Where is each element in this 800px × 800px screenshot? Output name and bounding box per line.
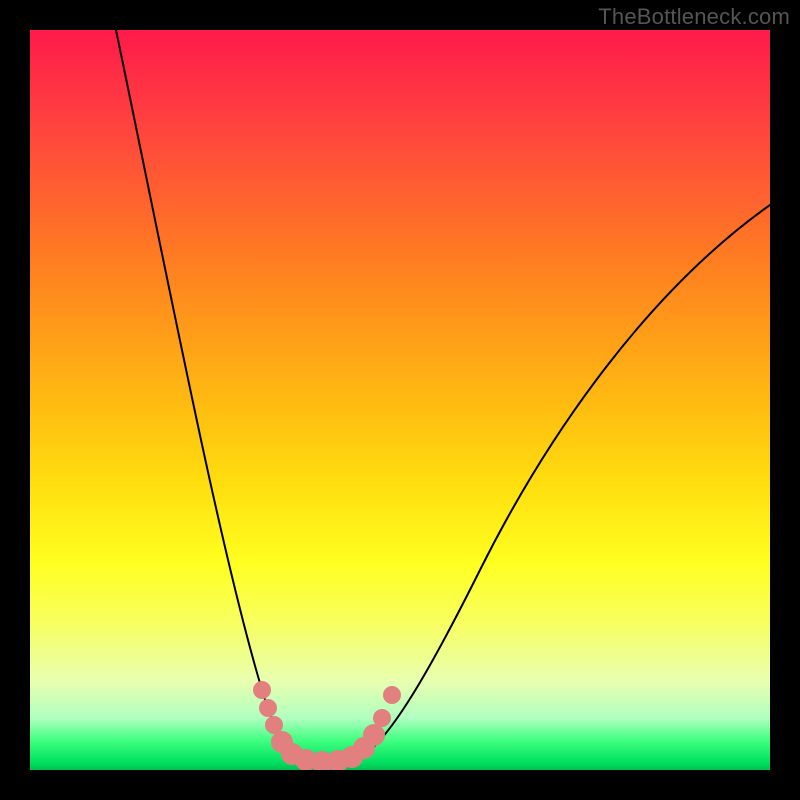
marker-11	[373, 709, 391, 727]
curve-svg	[30, 30, 770, 770]
chart-frame: TheBottleneck.com	[0, 0, 800, 800]
marker-group	[253, 681, 401, 770]
marker-1	[259, 699, 277, 717]
marker-12	[383, 686, 401, 704]
watermark-text: TheBottleneck.com	[598, 4, 790, 30]
marker-10	[363, 724, 385, 746]
marker-0	[253, 681, 271, 699]
curve-left-branch	[116, 30, 300, 758]
curve-right-branch	[360, 205, 770, 758]
plot-area	[30, 30, 770, 770]
